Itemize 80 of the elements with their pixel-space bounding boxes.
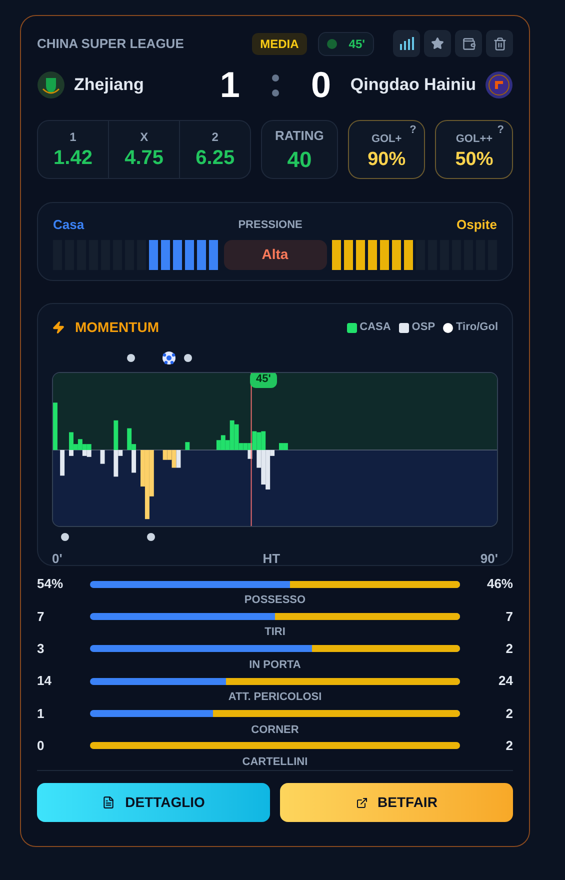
score-separator-icon bbox=[272, 72, 279, 98]
pressure-title: PRESSIONE bbox=[238, 218, 302, 232]
goal-label: GOL++ bbox=[456, 132, 493, 148]
odds-label: 2 bbox=[212, 129, 218, 146]
away-momentum-bar bbox=[132, 450, 136, 473]
legend-label: Tiro/Gol bbox=[456, 320, 498, 336]
detail-button[interactable]: DETTAGLIO bbox=[37, 783, 270, 822]
rating-value: 40 bbox=[287, 146, 312, 173]
away-stat-value: 2 bbox=[504, 704, 513, 723]
home-momentum-bar bbox=[114, 420, 118, 450]
stat-label: POSSESSO bbox=[244, 593, 306, 608]
shot-marker-icon bbox=[127, 354, 135, 362]
home-label: Casa bbox=[53, 216, 84, 234]
home-score: 1 bbox=[220, 67, 240, 103]
axis-label: 90' bbox=[480, 550, 498, 568]
home-stat-value: 0 bbox=[37, 737, 46, 756]
rating-label: RATING bbox=[275, 127, 324, 145]
away-momentum-bar bbox=[100, 450, 105, 464]
momentum-title: MOMENTUM bbox=[75, 318, 159, 337]
stat-label: CARTELLINI bbox=[242, 754, 308, 770]
ball-icon bbox=[162, 351, 176, 365]
external-link-icon bbox=[356, 796, 368, 809]
shot-marker-icon bbox=[61, 533, 69, 541]
home-stat-value: 3 bbox=[37, 640, 46, 658]
document-icon bbox=[102, 796, 116, 810]
axis-label: 0' bbox=[52, 550, 62, 568]
odds-label: X bbox=[140, 129, 148, 146]
stat-label: IN PORTA bbox=[249, 658, 301, 673]
shot-marker-icon bbox=[184, 354, 192, 362]
league-name: CHINA SUPER LEAGUE bbox=[37, 34, 184, 53]
away-stat-value: 24 bbox=[498, 672, 513, 690]
goal-value: 90% bbox=[368, 148, 406, 172]
shot-marker-icon bbox=[147, 533, 155, 541]
goal-label: GOL+ bbox=[371, 132, 402, 148]
home-team-name: Zhejiang bbox=[74, 74, 144, 96]
trash-icon bbox=[492, 36, 506, 50]
home-stat-value: 1 bbox=[37, 704, 46, 723]
home-momentum-bar bbox=[53, 402, 58, 450]
home-stat-value: 54% bbox=[37, 575, 64, 594]
bar-chart-icon bbox=[400, 37, 414, 50]
pressure-value: Alta bbox=[224, 240, 326, 270]
away-momentum-bar bbox=[69, 450, 74, 456]
away-stat-value: 2 bbox=[504, 737, 513, 756]
team-crest-icon bbox=[485, 71, 513, 99]
stat-label: CORNER bbox=[251, 722, 299, 738]
help-mark: ? bbox=[497, 123, 504, 138]
away-team-name: Qingdao Hainiu bbox=[350, 74, 476, 96]
star-icon bbox=[431, 37, 444, 50]
away-momentum-bar bbox=[248, 450, 252, 459]
odds-label: 1 bbox=[70, 129, 76, 146]
legend-label: CASA bbox=[360, 320, 391, 336]
lightning-icon bbox=[52, 321, 65, 334]
help-mark: ? bbox=[410, 123, 416, 138]
away-label: Ospite bbox=[456, 216, 497, 234]
minute-marker: 45' bbox=[250, 373, 277, 388]
odds-value: 4.75 bbox=[124, 146, 164, 171]
home-momentum-bar bbox=[185, 442, 190, 450]
away-stat-value: 7 bbox=[504, 608, 513, 626]
wallet-icon bbox=[462, 36, 476, 50]
away-momentum-bar bbox=[60, 450, 65, 476]
delete-button[interactable] bbox=[486, 30, 513, 57]
stat-label: TIRI bbox=[264, 625, 286, 640]
away-stat-value: 2 bbox=[504, 640, 513, 658]
home-stat-value: 14 bbox=[37, 672, 52, 690]
wallet-button[interactable] bbox=[455, 30, 482, 57]
away-stat-value: 46% bbox=[486, 575, 513, 594]
legend-label: OSP bbox=[412, 320, 436, 336]
odds-value: 6.25 bbox=[196, 146, 235, 171]
level-badge: MEDIA bbox=[252, 32, 307, 54]
live-minute: 45' bbox=[318, 32, 374, 56]
stats-button[interactable] bbox=[393, 30, 420, 57]
odds-value: 1.42 bbox=[54, 146, 92, 171]
stat-label: ATT. PERICOLOSI bbox=[228, 690, 322, 706]
betfair-button[interactable]: BETFAIR bbox=[280, 783, 513, 822]
goal-value: 50% bbox=[455, 148, 494, 172]
axis-label: HT bbox=[262, 550, 280, 568]
home-stat-value: 7 bbox=[37, 608, 46, 626]
team-crest-icon bbox=[37, 71, 65, 99]
away-score: 0 bbox=[310, 67, 331, 103]
favorite-button[interactable] bbox=[424, 30, 451, 57]
